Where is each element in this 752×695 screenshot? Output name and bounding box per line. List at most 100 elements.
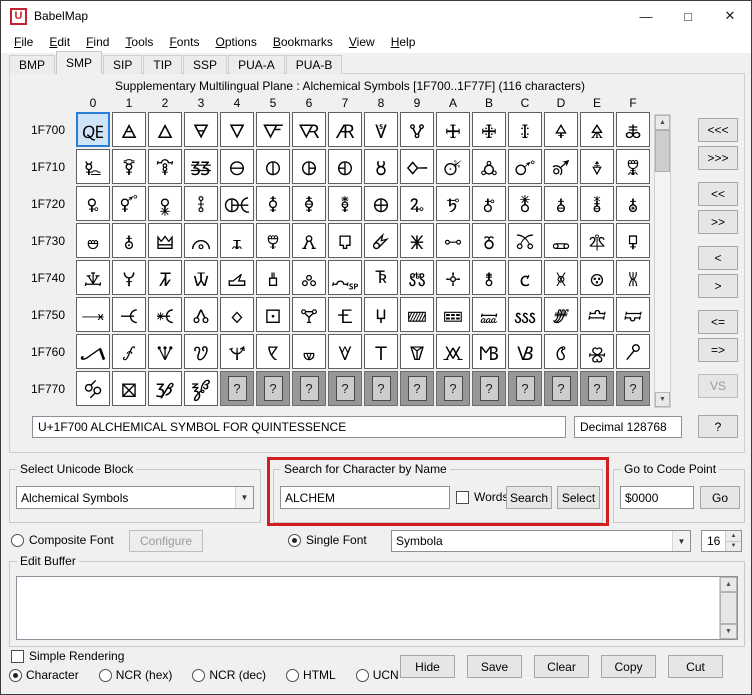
char-cell[interactable]: 🝎 (580, 260, 614, 295)
char-cell[interactable]: 🝂 (148, 260, 182, 295)
char-cell[interactable]: 🝊 (436, 260, 470, 295)
char-cell[interactable]: 🜞 (580, 149, 614, 184)
char-cell[interactable]: 🜢 (148, 186, 182, 221)
char-cell[interactable]: 🝤 (220, 334, 254, 369)
words-checkbox[interactable]: Words (456, 490, 508, 504)
char-cell[interactable]: 🜜 (508, 149, 542, 184)
char-cell[interactable]: 🜶 (292, 223, 326, 258)
char-cell[interactable]: 🝬 (508, 334, 542, 369)
char-cell[interactable]: 🜙 (400, 149, 434, 184)
char-cell[interactable]: 🝒 (148, 297, 182, 332)
scroll-thumb[interactable] (655, 130, 670, 172)
char-cell-selected[interactable]: 🜀 (76, 112, 110, 147)
reserved-cell[interactable]: ? (292, 371, 326, 406)
search-input[interactable] (280, 486, 450, 509)
char-cell[interactable]: 🜤 (220, 186, 254, 221)
char-cell[interactable]: 🜱 (112, 223, 146, 258)
mode-ncr-hex[interactable]: NCR (hex) (98, 668, 172, 682)
configure-button[interactable]: Configure (129, 530, 203, 552)
tab-pua-b[interactable]: PUA-B (285, 55, 343, 74)
reserved-cell[interactable]: ? (544, 371, 578, 406)
single-font-radio[interactable]: Single Font (288, 533, 367, 547)
simple-rendering-checkbox[interactable]: Simple Rendering (11, 649, 124, 663)
reserved-cell[interactable]: ? (436, 371, 470, 406)
char-cell[interactable]: 🝛 (472, 297, 506, 332)
char-cell[interactable]: 🜊 (436, 112, 470, 147)
chevron-down-icon[interactable] (672, 531, 690, 551)
char-cell[interactable]: 🝮 (580, 334, 614, 369)
reserved-cell[interactable]: ? (328, 371, 362, 406)
char-cell[interactable]: 🝍 (544, 260, 578, 295)
char-cell[interactable]: 🝏 (616, 260, 650, 295)
char-cell[interactable]: 🝃 (184, 260, 218, 295)
char-cell[interactable]: 🝄 (220, 260, 254, 295)
char-cell[interactable]: 🜐 (76, 149, 110, 184)
reserved-cell[interactable]: ? (256, 371, 290, 406)
button-save[interactable]: Save (467, 655, 522, 678)
reserved-cell[interactable]: ? (400, 371, 434, 406)
font-select[interactable]: Symbola (391, 530, 691, 552)
menu-item-help[interactable]: Help (383, 33, 424, 51)
tab-smp[interactable]: SMP (56, 51, 103, 74)
char-cell[interactable]: 🝘 (364, 297, 398, 332)
vs-button[interactable]: VS (698, 374, 738, 398)
char-cell[interactable]: 🜓 (184, 149, 218, 184)
char-cell[interactable]: 🝔 (220, 297, 254, 332)
scroll-down-icon[interactable] (655, 392, 670, 407)
char-cell[interactable]: 🝖 (292, 297, 326, 332)
buffer-scrollbar[interactable] (719, 577, 737, 639)
char-cell[interactable]: 🝟 (616, 297, 650, 332)
char-cell[interactable]: 🜏 (616, 112, 650, 147)
nav-last-button[interactable]: >>> (698, 146, 738, 170)
char-cell[interactable]: 🝡 (112, 334, 146, 369)
nav-prev-page-button[interactable]: << (698, 182, 738, 206)
char-cell[interactable]: 🜥 (256, 186, 290, 221)
char-cell[interactable]: 🜭 (544, 186, 578, 221)
char-cell[interactable]: 🝁 (112, 260, 146, 295)
char-cell[interactable]: 🝥 (256, 334, 290, 369)
char-cell[interactable]: 🜃 (184, 112, 218, 147)
char-cell[interactable]: 🜠 (76, 186, 110, 221)
char-cell[interactable]: 🝦 (292, 334, 326, 369)
scroll-up-icon[interactable] (655, 115, 670, 130)
char-cell[interactable]: 🜼 (508, 223, 542, 258)
help-button[interactable]: ? (698, 415, 738, 438)
char-cell[interactable]: 🜉 (400, 112, 434, 147)
char-cell[interactable]: 🜷 (328, 223, 362, 258)
char-cell[interactable]: 🜍 (544, 112, 578, 147)
tab-bmp[interactable]: BMP (9, 55, 56, 74)
char-cell[interactable]: 🜿 (616, 223, 650, 258)
char-cell[interactable]: 🝳 (184, 371, 218, 406)
menu-item-tools[interactable]: Tools (117, 33, 161, 51)
char-cell[interactable]: 🝙 (400, 297, 434, 332)
char-cell[interactable]: 🜰 (76, 223, 110, 258)
tab-ssp[interactable]: SSP (183, 55, 228, 74)
char-cell[interactable]: 🜈 (364, 112, 398, 147)
char-cell[interactable]: 🜨 (364, 186, 398, 221)
menu-item-find[interactable]: Find (78, 33, 117, 51)
search-button[interactable]: Search (506, 486, 552, 509)
tab-pua-a[interactable]: PUA-A (228, 55, 285, 74)
char-cell[interactable]: 🝣 (184, 334, 218, 369)
char-cell[interactable]: 🝅 (256, 260, 290, 295)
char-cell[interactable]: 🝉 (400, 260, 434, 295)
spin-up-icon[interactable] (726, 531, 741, 542)
spin-down-icon[interactable] (726, 541, 741, 551)
mode-html[interactable]: HTML (286, 668, 336, 682)
char-cell[interactable]: 🜯 (616, 186, 650, 221)
char-cell[interactable]: 🝢 (148, 334, 182, 369)
menu-item-options[interactable]: Options (207, 33, 264, 51)
scroll-thumb[interactable] (720, 592, 737, 624)
nav-next-char-button[interactable]: => (698, 338, 738, 362)
mode-ncr-dec[interactable]: NCR (dec) (192, 668, 266, 682)
char-cell[interactable]: 🝪 (436, 334, 470, 369)
grid-scrollbar[interactable] (654, 114, 671, 408)
menu-item-edit[interactable]: Edit (41, 33, 78, 51)
unicode-block-select[interactable]: Alchemical Symbols (16, 486, 254, 509)
nav-next-row-button[interactable]: > (698, 274, 738, 298)
char-cell[interactable]: 🝀 (76, 260, 110, 295)
char-cell[interactable]: 🜝 (544, 149, 578, 184)
char-cell[interactable]: 🝭 (544, 334, 578, 369)
menu-item-view[interactable]: View (341, 33, 383, 51)
char-cell[interactable]: 🜕 (256, 149, 290, 184)
